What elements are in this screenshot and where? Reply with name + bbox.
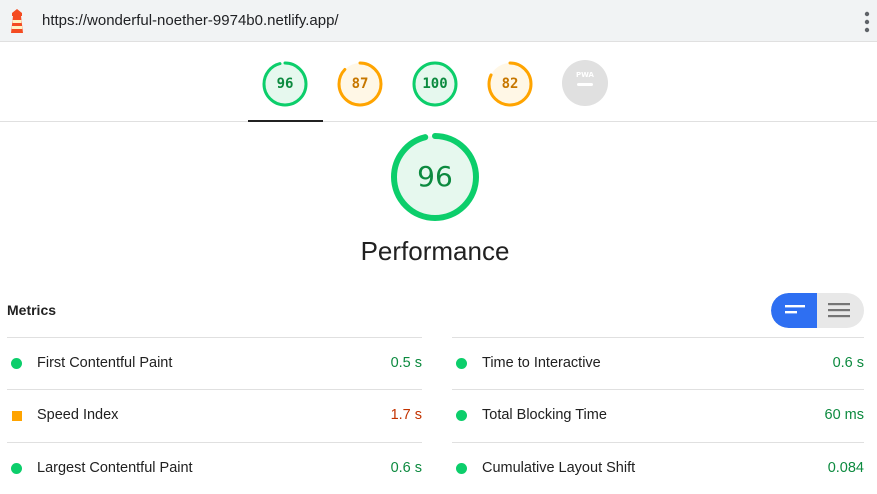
gauge-performance[interactable]: 96 [261, 60, 309, 108]
gauge-seo[interactable]: 82 [486, 60, 534, 108]
performance-score: 96 [417, 160, 453, 193]
metric-largest-contentful-paint: Largest Contentful Paint 0.6 s [7, 442, 422, 494]
metrics-heading: Metrics [7, 302, 57, 318]
metric-name: First Contentful Paint [37, 355, 173, 371]
metric-total-blocking-time: Total Blocking Time 60 ms [452, 389, 864, 441]
metric-name: Total Blocking Time [482, 407, 607, 423]
metric-value: 60 ms [824, 407, 865, 423]
metric-speed-index: Speed Index 1.7 s [7, 389, 422, 441]
gauge-score: 87 [351, 76, 369, 92]
metric-name: Time to Interactive [482, 355, 601, 371]
gauge-score: 96 [276, 76, 294, 92]
pass-circle-icon [11, 358, 22, 369]
metric-name: Speed Index [37, 407, 119, 423]
metric-first-contentful-paint: First Contentful Paint 0.5 s [7, 337, 422, 389]
expanded-view-button[interactable] [818, 293, 864, 328]
gauge-score: 100 [422, 76, 448, 92]
pass-circle-icon [11, 463, 22, 474]
pass-circle-icon [456, 410, 467, 421]
lighthouse-icon [11, 9, 23, 33]
compact-list-icon [785, 305, 805, 314]
metric-value: 0.6 s [832, 355, 864, 371]
category-gauges: 96 87 100 82 PWA [0, 42, 877, 122]
metric-cumulative-layout-shift: Cumulative Layout Shift 0.084 [452, 442, 864, 494]
page-url[interactable]: https://wonderful-noether-9974b0.netlify… [42, 12, 339, 29]
pwa-label: PWA [576, 71, 595, 79]
metric-time-to-interactive: Time to Interactive 0.6 s [452, 337, 864, 389]
metric-value: 0.6 s [390, 460, 422, 476]
pwa-badge-icon: PWA [562, 60, 608, 106]
metric-value: 0.084 [827, 460, 864, 476]
more-menu-icon[interactable] [863, 11, 871, 33]
metric-name: Cumulative Layout Shift [482, 460, 636, 476]
pass-circle-icon [456, 358, 467, 369]
gauge-pwa[interactable]: PWA [562, 60, 610, 108]
average-square-icon [12, 411, 22, 421]
metrics-view-toggle[interactable] [771, 293, 864, 328]
metric-value: 1.7 s [390, 407, 422, 423]
address-bar: https://wonderful-noether-9974b0.netlify… [0, 0, 877, 42]
gauge-accessibility[interactable]: 87 [336, 60, 384, 108]
pass-circle-icon [456, 463, 467, 474]
expanded-list-icon [828, 303, 850, 318]
gauge-best-practices[interactable]: 100 [411, 60, 459, 108]
performance-score-gauge: 96 [389, 131, 481, 223]
active-tab-indicator [248, 120, 323, 122]
gauge-score: 82 [501, 76, 519, 92]
metric-value: 0.5 s [390, 355, 422, 371]
metric-name: Largest Contentful Paint [37, 460, 193, 476]
category-title: Performance [360, 236, 510, 266]
compact-view-button[interactable] [771, 293, 817, 328]
